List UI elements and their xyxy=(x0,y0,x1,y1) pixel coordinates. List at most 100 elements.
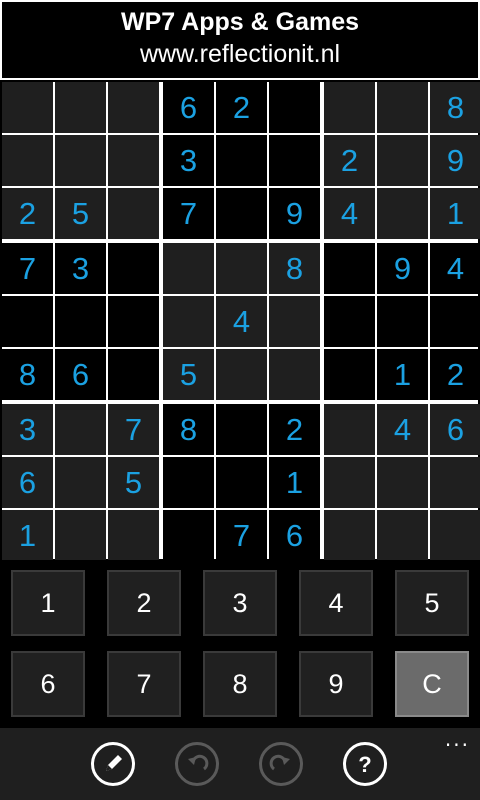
sudoku-cell[interactable] xyxy=(2,82,53,133)
sudoku-cell[interactable] xyxy=(430,296,480,347)
sudoku-cell[interactable] xyxy=(55,510,106,561)
sudoku-cell[interactable]: 6 xyxy=(55,349,106,400)
sudoku-cell[interactable]: 2 xyxy=(2,188,53,239)
number-key-1[interactable]: 1 xyxy=(11,570,85,636)
sudoku-cell[interactable] xyxy=(324,296,375,347)
sudoku-cell[interactable]: 3 xyxy=(55,243,106,294)
sudoku-cell[interactable]: 2 xyxy=(269,404,320,455)
sudoku-cell[interactable] xyxy=(377,188,428,239)
number-key-8[interactable]: 8 xyxy=(203,651,277,717)
sudoku-cell[interactable] xyxy=(108,188,159,239)
sudoku-cell[interactable] xyxy=(108,135,159,186)
sudoku-cell[interactable]: 5 xyxy=(55,188,106,239)
sudoku-cell[interactable]: 7 xyxy=(108,404,159,455)
sudoku-cell[interactable]: 2 xyxy=(324,135,375,186)
sudoku-cell[interactable] xyxy=(324,510,375,561)
sudoku-cell[interactable] xyxy=(377,135,428,186)
sudoku-cell[interactable]: 6 xyxy=(430,404,480,455)
number-key-5[interactable]: 5 xyxy=(395,570,469,636)
sudoku-cell[interactable]: 6 xyxy=(269,510,320,561)
sudoku-cell[interactable] xyxy=(163,243,214,294)
undo-button[interactable] xyxy=(175,742,219,786)
sudoku-cell[interactable]: 2 xyxy=(430,349,480,400)
sudoku-cell[interactable]: 4 xyxy=(324,188,375,239)
sudoku-cell[interactable] xyxy=(324,243,375,294)
sudoku-cell[interactable]: 1 xyxy=(430,188,480,239)
sudoku-cell[interactable] xyxy=(55,404,106,455)
sudoku-cell[interactable]: 2 xyxy=(216,82,267,133)
sudoku-cell[interactable]: 5 xyxy=(163,349,214,400)
sudoku-cell[interactable]: 7 xyxy=(163,188,214,239)
sudoku-cell[interactable]: 5 xyxy=(108,457,159,508)
sudoku-cell[interactable]: 4 xyxy=(216,296,267,347)
sudoku-cell[interactable]: 6 xyxy=(163,82,214,133)
sudoku-cell[interactable]: 1 xyxy=(2,510,53,561)
sudoku-cell[interactable] xyxy=(2,135,53,186)
sudoku-cell[interactable] xyxy=(108,296,159,347)
sudoku-cell[interactable] xyxy=(55,135,106,186)
sudoku-cell[interactable] xyxy=(269,82,320,133)
sudoku-cell[interactable] xyxy=(216,404,267,455)
sudoku-cell[interactable] xyxy=(430,457,480,508)
sudoku-cell[interactable] xyxy=(108,82,159,133)
sudoku-cell[interactable] xyxy=(216,349,267,400)
sudoku-cell[interactable] xyxy=(377,82,428,133)
sudoku-cell[interactable] xyxy=(55,296,106,347)
number-key-6[interactable]: 6 xyxy=(11,651,85,717)
help-button[interactable]: ? xyxy=(343,742,387,786)
sudoku-cell[interactable] xyxy=(430,510,480,561)
sudoku-cell[interactable] xyxy=(324,404,375,455)
sudoku-cell[interactable] xyxy=(216,457,267,508)
sudoku-board: 62832925794173894486512378246651176 xyxy=(2,82,480,561)
sudoku-cell[interactable]: 3 xyxy=(163,135,214,186)
sudoku-cell[interactable]: 8 xyxy=(2,349,53,400)
sudoku-cell[interactable]: 8 xyxy=(269,243,320,294)
number-key-3[interactable]: 3 xyxy=(203,570,277,636)
sudoku-cell[interactable] xyxy=(377,457,428,508)
sudoku-cell[interactable] xyxy=(55,457,106,508)
sudoku-cell[interactable]: 1 xyxy=(269,457,320,508)
sudoku-cell[interactable] xyxy=(55,82,106,133)
sudoku-cell[interactable]: 7 xyxy=(2,243,53,294)
sudoku-cell[interactable] xyxy=(163,296,214,347)
sudoku-cell[interactable] xyxy=(377,296,428,347)
sudoku-cell[interactable] xyxy=(324,82,375,133)
sudoku-cell[interactable] xyxy=(216,135,267,186)
redo-icon xyxy=(269,754,290,771)
sudoku-cell[interactable]: 6 xyxy=(2,457,53,508)
sudoku-cell[interactable]: 9 xyxy=(377,243,428,294)
sudoku-cell[interactable]: 3 xyxy=(2,404,53,455)
clear-key[interactable]: C xyxy=(395,651,469,717)
sudoku-cell[interactable]: 7 xyxy=(216,510,267,561)
sudoku-cell[interactable]: 9 xyxy=(269,188,320,239)
app-bar: ? ... xyxy=(0,728,480,800)
sudoku-cell[interactable]: 4 xyxy=(430,243,480,294)
sudoku-cell[interactable] xyxy=(324,457,375,508)
sudoku-cell[interactable] xyxy=(216,243,267,294)
sudoku-cell[interactable]: 9 xyxy=(430,135,480,186)
redo-button[interactable] xyxy=(259,742,303,786)
sudoku-cell[interactable] xyxy=(163,457,214,508)
sudoku-cell[interactable]: 8 xyxy=(163,404,214,455)
sudoku-cell[interactable] xyxy=(324,349,375,400)
sudoku-cell[interactable] xyxy=(2,296,53,347)
app-title: WP7 Apps & Games xyxy=(120,8,360,36)
number-key-2[interactable]: 2 xyxy=(107,570,181,636)
pencil-button[interactable] xyxy=(91,742,135,786)
number-key-9[interactable]: 9 xyxy=(299,651,373,717)
sudoku-cell[interactable] xyxy=(216,188,267,239)
sudoku-cell[interactable]: 8 xyxy=(430,82,480,133)
sudoku-cell[interactable]: 1 xyxy=(377,349,428,400)
sudoku-cell[interactable] xyxy=(269,135,320,186)
sudoku-cell[interactable] xyxy=(269,349,320,400)
more-options-button[interactable]: ... xyxy=(445,729,470,749)
sudoku-cell[interactable] xyxy=(377,510,428,561)
sudoku-cell[interactable] xyxy=(269,296,320,347)
sudoku-cell[interactable] xyxy=(108,349,159,400)
sudoku-cell[interactable]: 4 xyxy=(377,404,428,455)
sudoku-cell[interactable] xyxy=(108,243,159,294)
number-key-4[interactable]: 4 xyxy=(299,570,373,636)
sudoku-cell[interactable] xyxy=(108,510,159,561)
number-key-7[interactable]: 7 xyxy=(107,651,181,717)
sudoku-cell[interactable] xyxy=(163,510,214,561)
